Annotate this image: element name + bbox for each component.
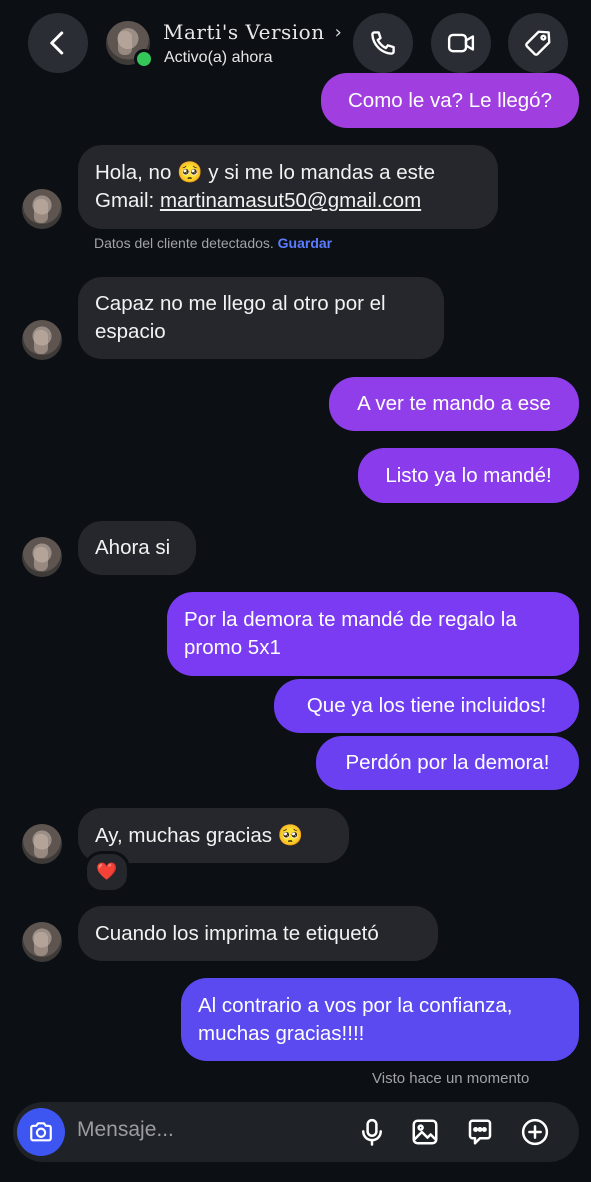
- chevron-left-icon: [50, 31, 64, 55]
- sticker-button[interactable]: [462, 1114, 498, 1150]
- tag-icon: [525, 30, 551, 56]
- phone-icon: [371, 31, 395, 55]
- message-incoming[interactable]: Hola, no 🥺 y si me lo mandas a este Gmai…: [78, 145, 498, 229]
- contact-name-text: Marti's Version: [163, 20, 325, 44]
- video-camera-icon: [447, 33, 475, 53]
- microphone-icon: [362, 1118, 382, 1146]
- message-text: Como le va? Le llegó?: [348, 88, 552, 112]
- message-text-line: muchas gracias!!!!: [198, 1021, 365, 1045]
- email-link[interactable]: martinamasut50@gmail.com: [160, 189, 421, 212]
- message-text: Que ya los tiene incluidos!: [306, 694, 547, 717]
- contact-status: Activo(a) ahora: [164, 49, 273, 66]
- message-text: Listo ya lo mandé!: [385, 463, 552, 487]
- message-text: Perdón por la demora!: [345, 751, 550, 774]
- message-text: Ahora si: [95, 536, 171, 559]
- message-text-line: promo 5x1: [184, 636, 281, 659]
- sender-avatar[interactable]: [22, 922, 62, 962]
- message-outgoing[interactable]: Listo ya lo mandé!: [358, 448, 579, 503]
- message-incoming[interactable]: Ahora si: [78, 521, 196, 575]
- save-client-button[interactable]: Guardar: [278, 235, 332, 251]
- message-text-line: Gmail: martinamasut50@gmail.com: [95, 187, 435, 215]
- message-outgoing[interactable]: Por la demora te mandé de regalo la prom…: [167, 592, 579, 676]
- client-detected-note: Datos del cliente detectados. Guardar: [94, 235, 332, 251]
- voice-message-button[interactable]: [354, 1114, 390, 1150]
- client-detected-text: Datos del cliente detectados.: [94, 235, 274, 251]
- message-text-line: Hola, no 🥺 y si me lo mandas a este: [95, 161, 436, 184]
- seen-status: Visto hace un momento: [372, 1070, 530, 1087]
- contact-name[interactable]: Marti's Version ›: [163, 20, 342, 44]
- sender-avatar[interactable]: [22, 320, 62, 360]
- sender-avatar[interactable]: [22, 189, 62, 229]
- tag-button[interactable]: [508, 13, 568, 73]
- more-options-button[interactable]: [517, 1114, 553, 1150]
- message-outgoing[interactable]: Al contrario a vos por la confianza, muc…: [181, 978, 579, 1061]
- video-call-button[interactable]: [431, 13, 491, 73]
- message-text: Ay, muchas gracias 🥺: [95, 823, 304, 847]
- back-button[interactable]: [28, 13, 88, 73]
- message-outgoing[interactable]: Que ya los tiene incluidos!: [274, 679, 579, 733]
- message-input[interactable]: Mensaje...: [77, 1118, 174, 1142]
- message-text-prefix: Gmail:: [95, 189, 160, 212]
- message-text-line: espacio: [95, 320, 166, 343]
- message-text: A ver te mando a ese: [357, 392, 551, 415]
- message-outgoing[interactable]: Perdón por la demora!: [316, 736, 579, 790]
- message-composer: Mensaje...: [13, 1102, 579, 1162]
- sender-avatar[interactable]: [22, 824, 62, 864]
- plus-circle-icon: [521, 1118, 549, 1146]
- message-incoming[interactable]: Capaz no me llego al otro por el espacio: [78, 277, 444, 359]
- message-incoming[interactable]: Cuando los imprima te etiquetó: [78, 906, 438, 961]
- message-outgoing[interactable]: A ver te mando a ese: [329, 377, 579, 431]
- call-button[interactable]: [353, 13, 413, 73]
- message-outgoing[interactable]: Como le va? Le llegó?: [321, 73, 579, 128]
- message-text-line: Capaz no me llego al otro por el: [95, 292, 386, 315]
- gallery-button[interactable]: [407, 1114, 443, 1150]
- camera-icon: [30, 1122, 52, 1142]
- heart-icon: ❤️: [96, 862, 118, 881]
- image-icon: [412, 1119, 438, 1145]
- message-text-line: Al contrario a vos por la confianza,: [198, 993, 513, 1017]
- sender-avatar[interactable]: [22, 537, 62, 577]
- online-status-dot: [134, 49, 154, 69]
- heart-reaction[interactable]: ❤️: [84, 851, 130, 893]
- message-text-line: Por la demora te mandé de regalo la: [184, 608, 517, 631]
- camera-button[interactable]: [17, 1108, 65, 1156]
- chat-sticker-icon: [468, 1119, 492, 1145]
- message-text: Cuando los imprima te etiquetó: [95, 921, 379, 945]
- chevron-right-icon: ›: [334, 21, 343, 43]
